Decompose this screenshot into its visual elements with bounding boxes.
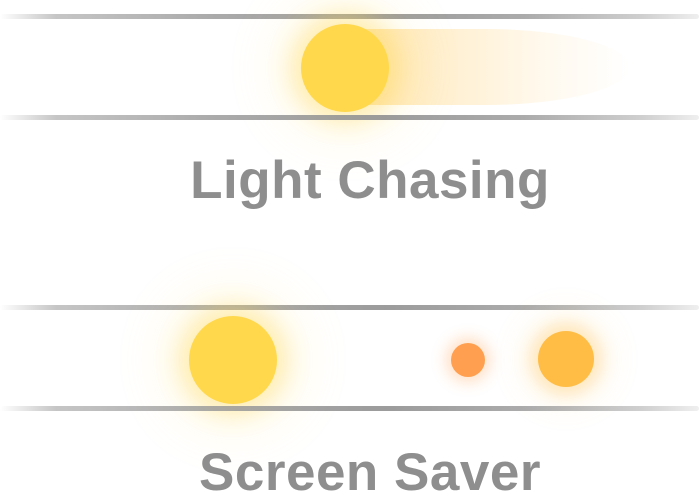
- effect-light-chasing[interactable]: Light Chasing: [0, 0, 699, 240]
- preview-rail-top: [0, 14, 699, 19]
- preview-rail-top: [0, 305, 699, 310]
- preview-rail-bottom: [0, 115, 699, 120]
- effect-title: Light Chasing: [190, 151, 550, 210]
- medium-orb: [538, 331, 594, 387]
- effect-screen-saver[interactable]: Screen Saver: [0, 300, 699, 497]
- light-chasing-preview: [0, 14, 699, 120]
- large-orb: [189, 316, 277, 404]
- screen-saver-preview: [0, 305, 699, 411]
- light-orb: [301, 24, 389, 112]
- preview-rail-bottom: [0, 406, 699, 411]
- effect-title: Screen Saver: [199, 443, 541, 497]
- small-orb: [451, 343, 485, 377]
